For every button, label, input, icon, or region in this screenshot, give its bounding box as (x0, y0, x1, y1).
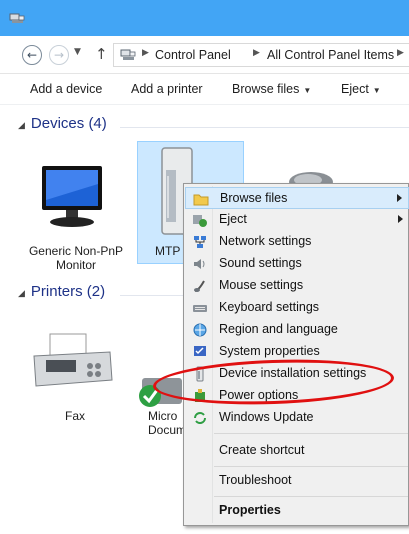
control-panel-icon (120, 49, 136, 60)
forward-arrow-icon[interactable]: → (49, 45, 69, 65)
menu-separator (214, 433, 408, 434)
menu-item-label: Troubleshoot (219, 473, 292, 487)
menu-item-label: Mouse settings (219, 278, 304, 292)
menu-item-region-and-language[interactable]: Region and language (185, 319, 409, 341)
menu-item-eject[interactable]: Eject (185, 209, 409, 231)
speaker-icon (194, 259, 205, 269)
printers-group-header[interactable]: ◢ Printers (2) (18, 283, 105, 300)
breadcrumb-all-control-panel-items[interactable]: All Control Panel Items (267, 48, 394, 62)
menu-item-label: Browse files (220, 191, 288, 205)
device-label: Generic Non-PnP (28, 244, 124, 258)
devices-group-header[interactable]: ◢ Devices (4) (18, 115, 107, 132)
command-bar: Add a device Add a printer Browse files ▼… (0, 74, 409, 105)
menu-separator (214, 496, 408, 497)
breadcrumb-separator-icon: ▶ (142, 48, 149, 58)
menu-item-properties[interactable]: Properties (185, 500, 409, 522)
printer-label: Docum (148, 423, 187, 437)
breadcrumb-separator-icon: ▶ (397, 48, 404, 58)
breadcrumb-control-panel[interactable]: Control Panel (155, 48, 231, 62)
add-printer-button[interactable]: Add a printer (131, 82, 203, 96)
back-arrow-icon[interactable]: ← (22, 45, 42, 65)
system-icon (194, 346, 206, 356)
menu-item-label: Properties (219, 503, 281, 517)
title-bar[interactable] (0, 0, 409, 36)
fax-icon[interactable] (30, 330, 116, 392)
devices-printers-icon (9, 13, 25, 23)
eject-icon (193, 215, 207, 227)
collapse-triangle-icon: ◢ (18, 120, 25, 130)
mouse-icon (194, 280, 205, 292)
device-generic-monitor[interactable]: Generic Non-PnP Monitor (26, 244, 126, 272)
menu-item-browse-files[interactable]: Browse files (185, 187, 409, 209)
device-label: Monitor (55, 258, 96, 272)
globe-icon (193, 323, 207, 337)
address-bar[interactable]: ▶ Control Panel ▶ All Control Panel Item… (113, 43, 409, 67)
monitor-icon[interactable] (36, 160, 108, 232)
menu-item-label: Keyboard settings (219, 300, 320, 314)
submenu-arrow-icon (398, 215, 403, 223)
collapse-triangle-icon: ◢ (18, 288, 25, 298)
device-mtp[interactable]: MTP (155, 244, 185, 258)
printer-microsoft-document[interactable]: Micro Docum (148, 409, 186, 437)
menu-item-label: Sound settings (219, 256, 302, 270)
navigation-bar: ← → ▼ ↑ ▶ Control Panel ▶ All Control Pa… (0, 36, 409, 74)
browse-files-button[interactable]: Browse files ▼ (232, 82, 311, 96)
breadcrumb-separator-icon: ▶ (253, 48, 260, 58)
recent-locations-chevron-icon[interactable]: ▼ (74, 47, 81, 57)
menu-item-sound-settings[interactable]: Sound settings (185, 253, 409, 275)
network-icon (194, 236, 206, 248)
submenu-arrow-icon (397, 194, 402, 202)
menu-item-label: System properties (219, 344, 320, 358)
menu-item-network-settings[interactable]: Network settings (185, 231, 409, 253)
menu-item-windows-update[interactable]: Windows Update (185, 407, 409, 429)
group-divider (120, 295, 183, 296)
eject-button[interactable]: Eject ▼ (341, 82, 381, 96)
device-label: MTP (155, 244, 181, 258)
printer-fax[interactable]: Fax (40, 409, 110, 423)
menu-item-mouse-settings[interactable]: Mouse settings (185, 275, 409, 297)
windows-update-icon (194, 412, 206, 424)
chevron-down-icon: ▼ (303, 86, 312, 95)
up-arrow-icon[interactable]: ↑ (95, 45, 108, 63)
menu-item-troubleshoot[interactable]: Troubleshoot (185, 470, 409, 492)
group-divider (120, 127, 409, 128)
context-menu: Browse files Eject Network settings Soun… (183, 183, 409, 526)
menu-item-keyboard-settings[interactable]: Keyboard settings (185, 297, 409, 319)
menu-item-create-shortcut[interactable]: Create shortcut (185, 440, 409, 462)
menu-item-label: Region and language (219, 322, 338, 336)
menu-item-label: Windows Update (219, 410, 314, 424)
printer-label: Micro (148, 409, 178, 423)
add-device-button[interactable]: Add a device (30, 82, 102, 96)
menu-item-label: Eject (219, 212, 247, 226)
menu-item-label: Network settings (219, 234, 312, 248)
devices-and-printers-window: ← → ▼ ↑ ▶ Control Panel ▶ All Control Pa… (0, 0, 409, 534)
chevron-down-icon: ▼ (372, 86, 381, 95)
printer-label: Fax (64, 409, 85, 423)
menu-separator (214, 466, 408, 467)
folder-icon (193, 194, 209, 206)
keyboard-icon (193, 305, 207, 312)
menu-item-label: Create shortcut (219, 443, 305, 457)
